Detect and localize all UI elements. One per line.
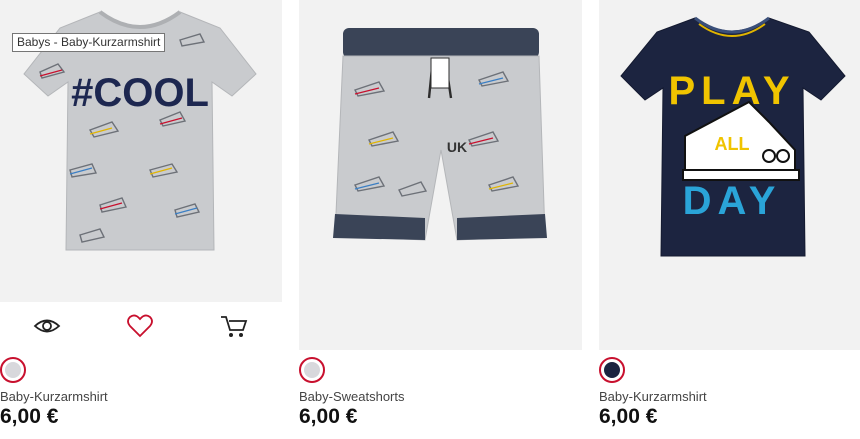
product-price: 6,00 € <box>299 405 358 428</box>
product-name[interactable]: Baby-Kurzarmshirt <box>0 389 108 404</box>
shorts-grey-illustration: UK <box>333 28 547 241</box>
quick-view-button[interactable] <box>32 312 62 340</box>
swatch-color-grey <box>304 362 320 378</box>
product-name[interactable]: Baby-Kurzarmshirt <box>599 389 707 404</box>
heart-icon <box>127 314 153 338</box>
print-text-cool: #COOL <box>71 71 209 115</box>
quick-actions-bar <box>0 302 282 350</box>
product-image-1[interactable]: #COOL Babys - Baby-Kurzarmshirt <box>0 0 282 302</box>
swatch-color-navy <box>604 362 620 378</box>
product-card-3[interactable]: PLAY ALL DAY Baby-Kurzarmshirt 6,00 € <box>599 0 860 439</box>
print-text-uk: UK <box>447 139 467 155</box>
wishlist-button[interactable] <box>125 312 155 340</box>
color-swatch[interactable] <box>0 357 26 383</box>
product-tooltip: Babys - Baby-Kurzarmshirt <box>12 33 166 52</box>
product-price: 6,00 € <box>599 405 658 428</box>
product-card-2[interactable]: UK Baby-Sweatshorts 6,00 € <box>299 0 582 439</box>
product-name[interactable]: Baby-Sweatshorts <box>299 389 405 404</box>
product-price: 6,00 € <box>0 405 59 428</box>
swatch-color-grey <box>5 362 21 378</box>
color-swatch[interactable] <box>599 357 625 383</box>
add-to-cart-button[interactable] <box>219 312 249 340</box>
print-text-all: ALL <box>715 134 750 154</box>
print-text-day: DAY <box>683 179 782 223</box>
eye-icon <box>33 319 61 333</box>
cart-icon <box>221 316 248 337</box>
product-image-3[interactable]: PLAY ALL DAY <box>599 0 860 350</box>
print-text-play: PLAY <box>668 69 795 113</box>
product-image-2[interactable]: UK <box>299 0 582 350</box>
tshirt-navy-illustration: PLAY ALL DAY <box>620 16 846 257</box>
product-card-1[interactable]: #COOL Babys - Baby-Kurzarmshirt Baby-Kur <box>0 0 282 439</box>
color-swatch[interactable] <box>299 357 325 383</box>
